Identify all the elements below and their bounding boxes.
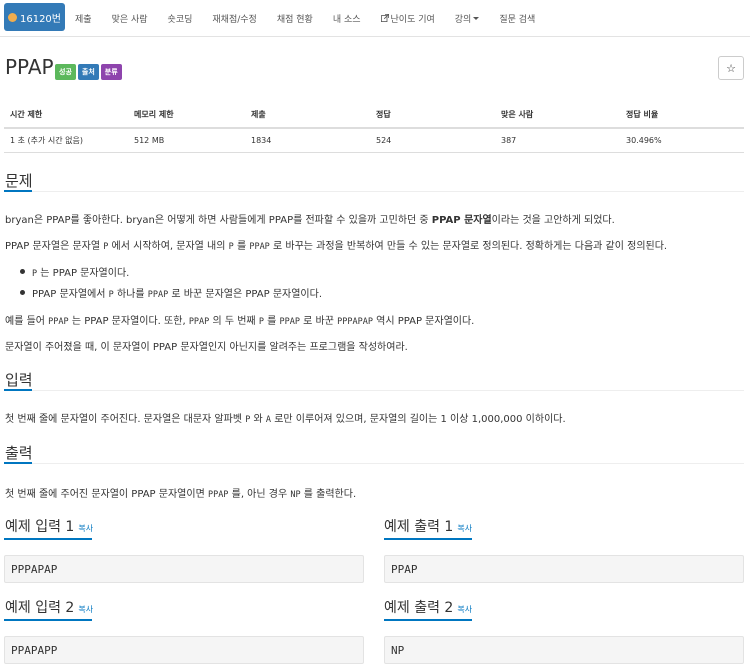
problem-title: PPAP: [5, 55, 54, 79]
nav-submit[interactable]: 제출: [65, 12, 102, 25]
list-item: P 는 PPAP 문자열이다.: [20, 264, 322, 285]
nav-solvers[interactable]: 맞은 사람: [102, 12, 158, 25]
nav-lecture-dropdown[interactable]: 강의: [445, 12, 490, 25]
label-success[interactable]: 성공: [55, 64, 76, 80]
sample-output-1-box: PPAP: [384, 555, 744, 583]
problem-id-tab[interactable]: 16120번: [4, 3, 65, 31]
copy-button[interactable]: 복사: [78, 524, 93, 533]
problem-paragraph-3: 예를 들어 PPAP 는 PPAP 문자열이다. 또한, PPAP 의 두 번째…: [5, 316, 475, 327]
section-divider: [4, 390, 744, 391]
definition-list: P 는 PPAP 문자열이다. PPAP 문자열에서 P 하나를 PPAP 로 …: [20, 264, 322, 306]
header-memory-limit: 메모리 제한: [128, 102, 245, 129]
section-underline: [4, 190, 32, 192]
section-underline: [4, 619, 92, 621]
problem-info-table: 시간 제한 메모리 제한 제출 정답 맞은 사람 정답 비율 1 초 (추가 시…: [4, 102, 744, 153]
nav-short-coding[interactable]: 숏코딩: [158, 12, 203, 25]
gold-tier-icon: [7, 12, 17, 22]
table-row: 1 초 (추가 시간 없음) 512 MB 1834 524 387 30.49…: [4, 128, 744, 153]
copy-button[interactable]: 복사: [457, 524, 472, 533]
label-source[interactable]: 출처: [77, 64, 99, 80]
sample-input-1-box: PPPAPAP: [4, 555, 364, 583]
sample-output-1-heading: 예제 출력 1 복사: [384, 519, 473, 535]
section-underline: [4, 462, 32, 464]
problem-paragraph-1: bryan은 PPAP를 좋아한다. bryan은 어떻게 하면 사람들에게 P…: [5, 215, 615, 226]
nav-lecture-label: 강의: [454, 14, 472, 25]
header-submissions: 제출: [245, 102, 370, 129]
copy-button[interactable]: 복사: [457, 605, 472, 614]
nav-my-source[interactable]: 내 소스: [323, 12, 371, 25]
section-divider: [4, 463, 744, 464]
section-divider: [4, 191, 744, 192]
external-link-icon: [380, 14, 389, 22]
sample-input-2-box: PPAPAPP: [4, 636, 364, 664]
nav-difficulty-label: 난이도 기여: [390, 14, 435, 25]
favorite-star-button[interactable]: ☆: [718, 56, 744, 80]
section-input-heading: 입력: [5, 371, 33, 389]
section-underline: [4, 538, 92, 540]
star-icon: ☆: [726, 61, 736, 75]
output-description: 첫 번째 줄에 주어진 문자열이 PPAP 문자열이면 PPAP 를, 아닌 경…: [5, 489, 357, 500]
header-ratio: 정답 비율: [620, 102, 744, 129]
header-time-limit: 시간 제한: [4, 102, 128, 129]
value-time-limit: 1 초 (추가 시간 없음): [4, 128, 128, 153]
value-solvers: 387: [495, 128, 620, 153]
section-underline: [4, 389, 32, 391]
value-memory-limit: 512 MB: [128, 128, 245, 153]
value-ratio: 30.496%: [620, 128, 744, 153]
nav-status[interactable]: 채점 현황: [267, 12, 323, 25]
section-underline: [384, 619, 472, 621]
problem-paragraph-2: PPAP 문자열은 문자열 P 에서 시작하여, 문자열 내의 P 를 PPAP…: [5, 241, 668, 252]
input-description: 첫 번째 줄에 문자열이 주어진다. 문자열은 대문자 알파벳 P 와 A 로만…: [5, 414, 566, 425]
header-solvers: 맞은 사람: [495, 102, 620, 129]
section-problem-heading: 문제: [5, 172, 33, 190]
list-item: PPAP 문자열에서 P 하나를 PPAP 로 바꾼 문자열은 PPAP 문자열…: [20, 285, 322, 306]
header-accepted: 정답: [370, 102, 495, 129]
value-submissions: 1834: [245, 128, 370, 153]
sample-output-2-box: NP: [384, 636, 744, 664]
nav-difficulty[interactable]: 난이도 기여: [371, 12, 445, 25]
problem-id-label: 16120번: [19, 13, 61, 25]
sample-input-2-heading: 예제 입력 2 복사: [5, 600, 94, 616]
copy-button[interactable]: 복사: [78, 605, 93, 614]
top-navbar: 16120번 제출 맞은 사람 숏코딩 재채점/수정 채점 현황 내 소스 난이…: [0, 0, 750, 37]
section-underline: [384, 538, 472, 540]
nav-rejudge[interactable]: 재채점/수정: [202, 12, 266, 25]
caret-down-icon: [473, 16, 480, 20]
value-accepted: 524: [370, 128, 495, 153]
label-category[interactable]: 분류: [100, 64, 122, 80]
nav-question-search[interactable]: 질문 검색: [489, 12, 545, 25]
section-output-heading: 출력: [5, 444, 33, 462]
problem-labels: 성공 출처 분류: [55, 64, 122, 80]
sample-output-2-heading: 예제 출력 2 복사: [384, 600, 473, 616]
sample-input-1-heading: 예제 입력 1 복사: [5, 519, 94, 535]
problem-paragraph-4: 문자열이 주어졌을 때, 이 문자열이 PPAP 문자열인지 아닌지를 알려주는…: [5, 342, 408, 353]
